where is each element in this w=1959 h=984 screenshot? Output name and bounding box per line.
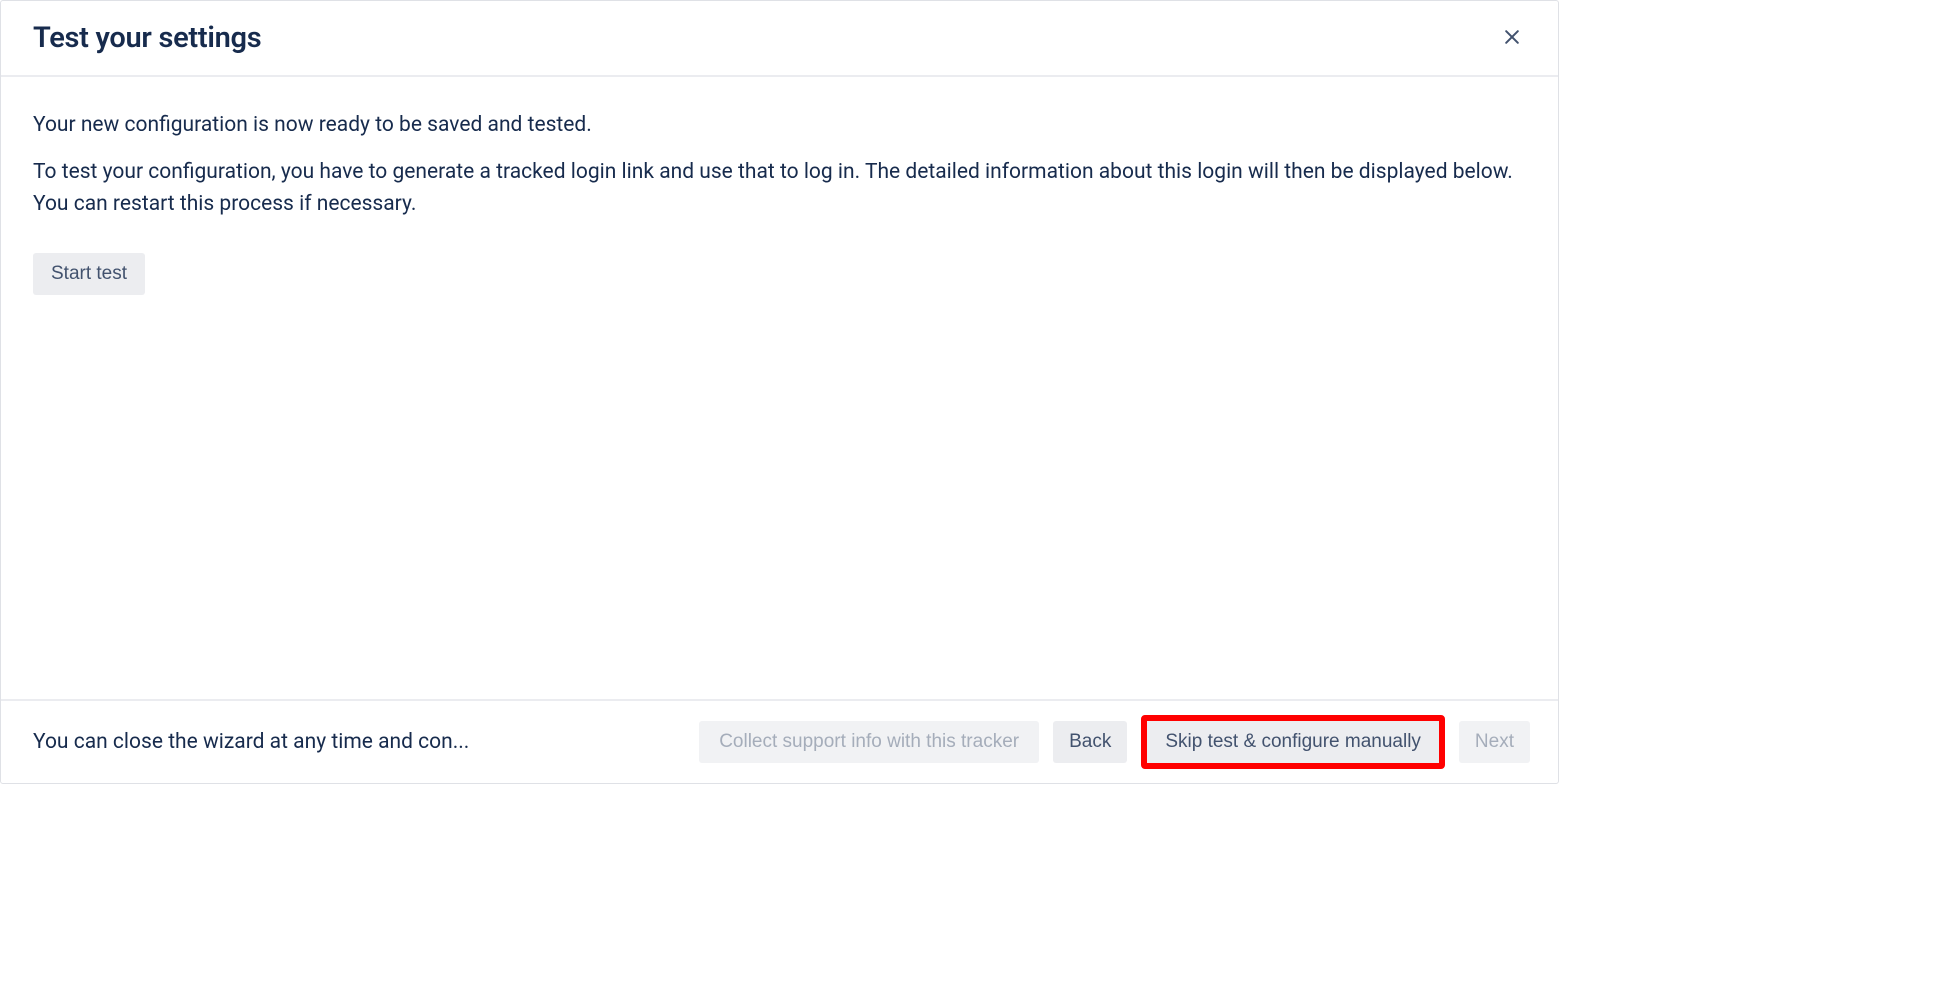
intro-text-1: Your new configuration is now ready to b… (33, 109, 1526, 142)
collect-support-button[interactable]: Collect support info with this tracker (699, 721, 1039, 763)
skip-test-button[interactable]: Skip test & configure manually (1147, 721, 1439, 763)
back-button[interactable]: Back (1053, 721, 1127, 763)
dialog-header: Test your settings (1, 1, 1558, 77)
skip-button-highlight: Skip test & configure manually (1141, 715, 1445, 769)
next-button[interactable]: Next (1459, 721, 1530, 763)
intro-text-2: To test your configuration, you have to … (33, 156, 1526, 221)
close-button[interactable] (1498, 23, 1526, 54)
footer-buttons: Collect support info with this tracker B… (699, 715, 1530, 769)
close-icon (1502, 27, 1522, 50)
settings-test-dialog: Test your settings Your new configuratio… (0, 0, 1559, 784)
dialog-title: Test your settings (33, 21, 261, 55)
footer-hint-text: You can close the wizard at any time and… (33, 730, 469, 754)
dialog-body: Your new configuration is now ready to b… (1, 77, 1558, 699)
dialog-footer: You can close the wizard at any time and… (1, 699, 1558, 783)
start-test-button[interactable]: Start test (33, 253, 145, 295)
